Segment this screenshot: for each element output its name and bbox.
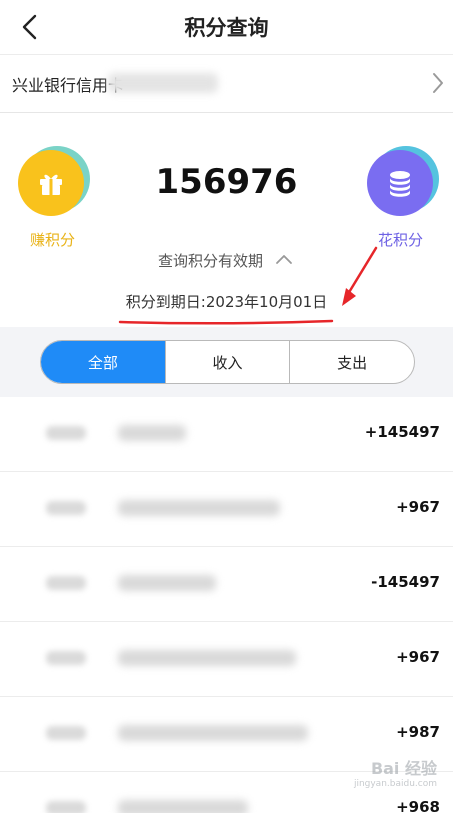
chevron-right-icon <box>433 73 443 93</box>
card-number-blur <box>108 73 218 93</box>
amount: -145497 <box>371 573 440 591</box>
amount: +968 <box>396 798 440 813</box>
date-blur <box>46 426 86 440</box>
spend-points-label[interactable]: 花积分 <box>378 229 423 250</box>
spend-points-button[interactable] <box>367 150 433 216</box>
amount: +145497 <box>364 423 440 441</box>
list-item[interactable]: +967 <box>0 622 453 697</box>
annotation-underline <box>118 319 334 325</box>
date-blur <box>46 651 86 665</box>
list-item[interactable]: -145497 <box>0 547 453 622</box>
annotation-arrow-icon <box>342 246 378 306</box>
description-blur <box>118 500 280 516</box>
validity-toggle[interactable]: 查询积分有效期 <box>158 250 263 271</box>
earn-points-label[interactable]: 赚积分 <box>30 229 75 250</box>
page-title: 积分查询 <box>184 16 269 40</box>
date-blur <box>46 501 86 515</box>
amount: +967 <box>396 648 440 666</box>
watermark-logo: Bai 经验 <box>370 759 437 778</box>
amount: +967 <box>396 498 440 516</box>
transaction-list: +145497 +967 -145497 +967 +987 +968 <box>0 397 453 813</box>
date-blur <box>46 576 86 590</box>
filter-tabs: 全部 收入 支出 <box>40 340 415 384</box>
expire-date: 积分到期日:2023年10月01日 <box>125 293 328 311</box>
list-item[interactable]: +145497 <box>0 397 453 472</box>
coin-stack-icon <box>390 171 410 197</box>
description-blur <box>118 575 216 591</box>
date-blur <box>46 726 86 740</box>
list-item[interactable]: +967 <box>0 472 453 547</box>
header: 积分查询 <box>0 0 453 55</box>
tab-all[interactable]: 全部 <box>41 341 165 383</box>
date-blur <box>46 801 86 813</box>
description-blur <box>118 800 248 813</box>
card-selector[interactable]: 兴业银行信用卡 <box>0 55 453 113</box>
points-summary: 赚积分 156976 花积分 查询积分有效期 积分到期日:2023年10月01日 <box>0 113 453 327</box>
watermark: Bai 经验 jingyan.baidu.com <box>354 755 437 789</box>
tab-income[interactable]: 收入 <box>164 341 290 383</box>
description-blur <box>118 425 186 441</box>
chevron-up-icon[interactable] <box>274 252 294 266</box>
points-query-page: 积分查询 兴业银行信用卡 赚积分 156976 花积分 查询积分有效期 积分到期… <box>0 0 453 813</box>
amount: +987 <box>396 723 440 741</box>
description-blur <box>118 725 308 741</box>
description-blur <box>118 650 296 666</box>
watermark-url: jingyan.baidu.com <box>353 779 437 789</box>
tab-expense[interactable]: 支出 <box>289 341 414 383</box>
filter-tabs-area: 全部 收入 支出 <box>0 327 453 397</box>
